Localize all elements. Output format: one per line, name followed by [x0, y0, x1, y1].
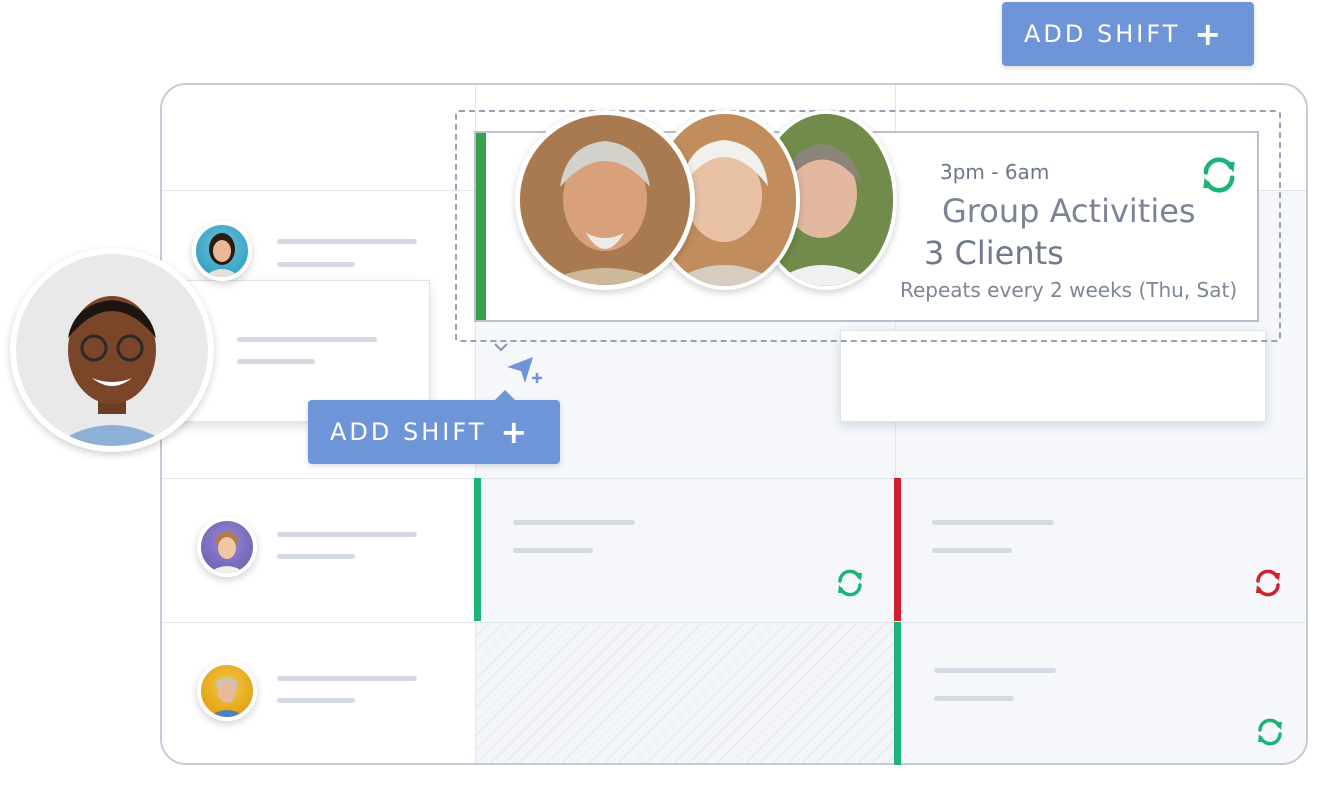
- placeholder-line: [934, 696, 1014, 701]
- add-shift-button-floating[interactable]: ADD SHIFT +: [308, 390, 560, 464]
- placeholder-line: [237, 359, 315, 364]
- placeholder-line: [277, 239, 417, 244]
- placeholder-line: [277, 676, 417, 681]
- staff-avatar[interactable]: [197, 517, 257, 577]
- shift-time: 3pm - 6am: [940, 160, 1050, 184]
- unavailable-cell: [476, 623, 896, 763]
- sync-icon[interactable]: [1252, 567, 1284, 599]
- add-shift-label: ADD SHIFT: [330, 418, 487, 446]
- header-cell: [162, 85, 476, 191]
- placeholder-line: [277, 698, 355, 703]
- plus-icon: +: [500, 413, 528, 451]
- dragged-staff-avatar[interactable]: [10, 248, 214, 452]
- staff-avatar[interactable]: [197, 661, 257, 721]
- placeholder-line: [513, 548, 593, 553]
- placeholder-line: [932, 520, 1054, 525]
- placeholder-line: [934, 668, 1056, 673]
- sync-icon[interactable]: [1198, 154, 1240, 196]
- placeholder-line: [277, 532, 417, 537]
- send-plus-icon[interactable]: [505, 355, 547, 385]
- client-avatar[interactable]: [515, 110, 695, 290]
- person-portrait-icon: [209, 677, 245, 717]
- shift-placeholder: [840, 330, 1266, 422]
- shift-status-bar-red: [894, 478, 901, 621]
- person-portrait-icon: [209, 532, 245, 573]
- add-shift-label: ADD SHIFT: [1024, 20, 1181, 48]
- person-portrait-icon: [52, 296, 172, 446]
- shift-status-bar-green: [476, 133, 486, 320]
- placeholder-line: [277, 554, 355, 559]
- placeholder-line: [277, 262, 355, 267]
- sync-icon[interactable]: [834, 567, 866, 599]
- person-portrait-icon: [204, 233, 240, 277]
- placeholder-line: [932, 548, 1012, 553]
- shift-cell[interactable]: [896, 623, 1306, 763]
- sync-icon[interactable]: [1254, 716, 1286, 748]
- placeholder-line: [237, 337, 377, 342]
- plus-icon: +: [1194, 15, 1222, 53]
- shift-title: Group Activities: [942, 192, 1196, 230]
- placeholder-line: [513, 520, 635, 525]
- add-shift-button-top[interactable]: ADD SHIFT +: [1002, 2, 1254, 66]
- shift-repeat-rule: Repeats every 2 weeks (Thu, Sat): [900, 278, 1238, 302]
- shift-status-bar-green: [894, 622, 901, 765]
- shift-status-bar-green: [474, 478, 481, 621]
- person-portrait-icon: [520, 115, 690, 285]
- staff-avatar[interactable]: [192, 221, 252, 281]
- chevron-down-icon: [494, 343, 508, 352]
- shift-clients-count: 3 Clients: [924, 234, 1064, 272]
